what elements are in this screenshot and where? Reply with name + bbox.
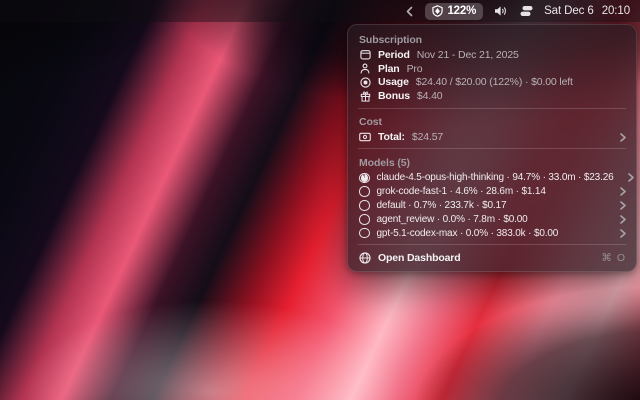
bonus-label: Bonus: [378, 90, 410, 102]
model-row-text: default · 0.7% · 233.7k · $0.17: [377, 200, 507, 211]
volume-icon[interactable]: [494, 5, 509, 17]
globe-icon: [359, 252, 371, 264]
model-row-agent-review[interactable]: agent_review · 0.0% · 7.8m · $0.00: [348, 212, 636, 226]
model-circle-icon: [359, 228, 370, 239]
model-row-gpt-5-1-codex-max[interactable]: gpt-5.1-codex-max · 0.0% · 383.0k · $0.0…: [348, 226, 636, 240]
period-value: Nov 21 - Dec 21, 2025: [417, 49, 519, 61]
cost-section-header: Cost: [348, 113, 636, 130]
chevron-right-icon: [620, 187, 626, 196]
model-row-text: gpt-5.1-codex-max · 0.0% · 383.0k · $0.0…: [377, 228, 559, 239]
open-dashboard-label: Open Dashboard: [378, 252, 461, 264]
shelf-icon[interactable]: [520, 5, 533, 17]
menubar-clock[interactable]: Sat Dec 6 20:10: [544, 5, 630, 17]
target-icon: [359, 77, 371, 88]
model-row-claude-4-5-opus-high-thinking[interactable]: claude-4.5-opus-high-thinking · 94.7% · …: [348, 171, 636, 185]
model-circle-icon: [359, 186, 370, 197]
chevron-right-icon: [620, 229, 626, 238]
usage-dropdown-panel: Subscription Period Nov 21 - Dec 21, 202…: [347, 24, 637, 272]
usage-label: Usage: [378, 76, 409, 88]
model-pie-icon: [359, 173, 370, 184]
usage-percent: 122%: [447, 5, 476, 17]
plan-value: Pro: [407, 63, 423, 75]
chevron-right-icon: [628, 173, 634, 182]
chevron-right-icon: [620, 201, 626, 210]
divider: [358, 108, 626, 109]
open-dashboard-row[interactable]: Open Dashboard ⌘ O: [348, 250, 636, 266]
period-row: Period Nov 21 - Dec 21, 2025: [348, 48, 636, 62]
plan-row: Plan Pro: [348, 62, 636, 76]
calendar-icon: [359, 49, 371, 60]
divider: [358, 244, 626, 245]
plan-label: Plan: [378, 63, 400, 75]
model-circle-icon: [359, 214, 370, 225]
bonus-row: Bonus $4.40: [348, 89, 636, 103]
model-row-default[interactable]: default · 0.7% · 233.7k · $0.17: [348, 199, 636, 213]
total-value: $24.57: [412, 131, 443, 143]
model-row-text: agent_review · 0.0% · 7.8m · $0.00: [377, 214, 528, 225]
model-row-grok-code-fast-1[interactable]: grok-code-fast-1 · 4.6% · 28.6m · $1.14: [348, 185, 636, 199]
model-row-text: claude-4.5-opus-high-thinking · 94.7% · …: [377, 172, 614, 183]
total-cost-row[interactable]: Total: $24.57: [348, 130, 636, 144]
menubar-collapse-chevron-icon[interactable]: [405, 6, 414, 17]
banknote-icon: [359, 132, 371, 142]
menu-bar: 122% Sat Dec 6 20:10: [0, 0, 640, 22]
gift-icon: [359, 91, 371, 102]
model-row-text: grok-code-fast-1 · 4.6% · 28.6m · $1.14: [377, 186, 546, 197]
person-icon: [359, 63, 371, 74]
bonus-value: $4.40: [417, 90, 443, 102]
usage-value: $24.40 / $20.00 (122%) · $0.00 left: [416, 76, 573, 88]
models-section-header: Models (5): [348, 154, 636, 171]
menubar-time: 20:10: [602, 5, 630, 17]
divider: [358, 148, 626, 149]
shield-meter-icon: [432, 5, 443, 17]
menubar-date: Sat Dec 6: [544, 5, 594, 17]
usage-menubar-pill[interactable]: 122%: [425, 3, 483, 20]
chevron-right-icon: [620, 133, 626, 142]
model-circle-icon: [359, 200, 370, 211]
total-label: Total:: [378, 131, 405, 143]
usage-row: Usage $24.40 / $20.00 (122%) · $0.00 lef…: [348, 76, 636, 90]
subscription-section-header: Subscription: [348, 31, 636, 48]
period-label: Period: [378, 49, 410, 61]
open-dashboard-shortcut: ⌘ O: [601, 252, 626, 264]
chevron-right-icon: [620, 215, 626, 224]
